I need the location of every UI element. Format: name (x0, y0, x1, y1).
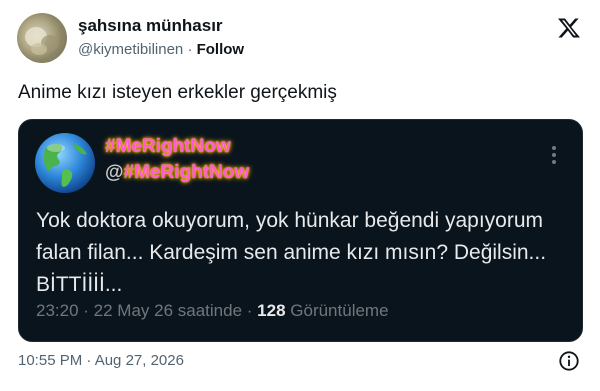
embedded-display-name[interactable]: #MeRightNow (105, 136, 231, 158)
info-icon[interactable] (558, 350, 580, 372)
embedded-post-time: 23:20 · 22 May 26 saatinde · (36, 301, 253, 320)
embedded-handle-prefix: @ (105, 162, 124, 183)
embedded-post-meta: 23:20 · 22 May 26 saatinde · 128 Görüntü… (36, 301, 389, 321)
tweet-timestamp[interactable]: 10:55 PM · Aug 27, 2026 (18, 352, 184, 369)
tweet-text: Anime kızı isteyen erkekler gerçekmiş (18, 82, 337, 103)
embedded-handle: #MeRightNow (123, 162, 250, 183)
x-logo-icon[interactable] (557, 16, 581, 40)
globe-icon (35, 133, 95, 193)
embedded-handle-row[interactable]: @#MeRightNow (105, 162, 249, 184)
embedded-post-card[interactable]: #MeRightNow @#MeRightNow Yok doktora oku… (18, 119, 583, 342)
embedded-views-count: 128 (257, 301, 286, 320)
author-handle-row: @kiymetibilinen · Follow (78, 41, 244, 58)
follow-button[interactable]: Follow (197, 41, 245, 58)
author-avatar[interactable] (17, 13, 67, 63)
more-dots-icon[interactable] (551, 146, 557, 166)
embedded-views-label: Görüntüleme (290, 301, 389, 320)
author-display-name[interactable]: şahsına münhasır (78, 16, 223, 36)
separator-dot: · (187, 41, 193, 58)
embedded-post-body: Yok doktora okuyorum, yok hünkar beğendi… (36, 209, 547, 296)
author-handle[interactable]: @kiymetibilinen (78, 41, 183, 58)
